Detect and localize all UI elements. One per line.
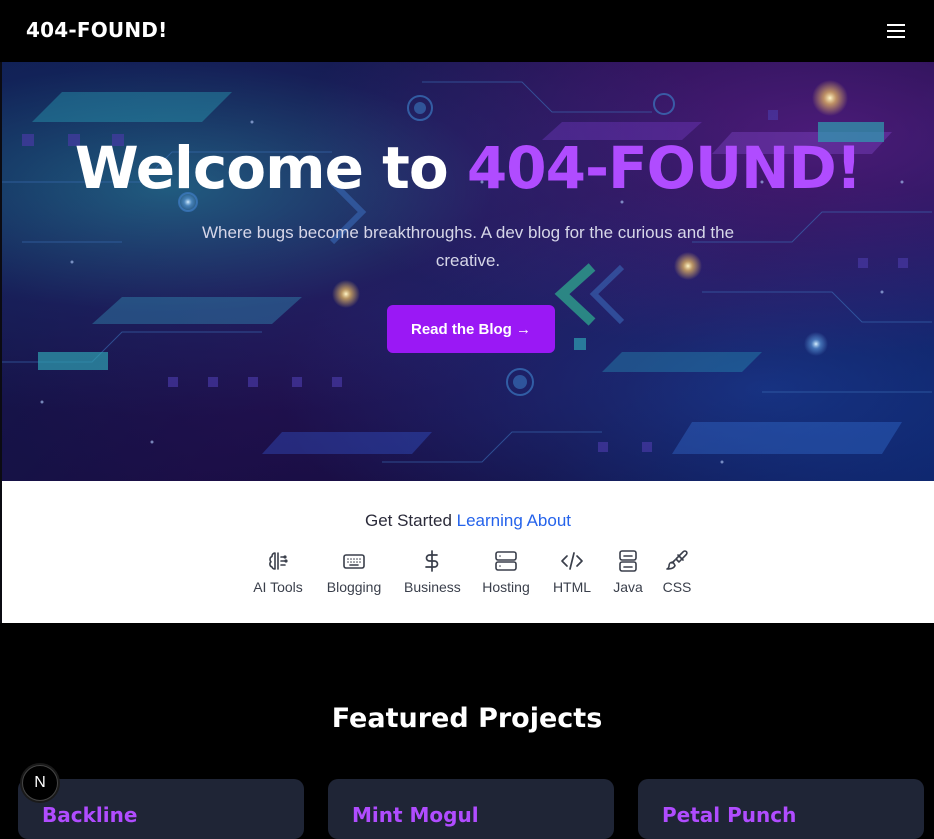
topic-label: HTML <box>552 579 592 595</box>
topic-label: Java <box>613 579 643 595</box>
top-navbar: 404-FOUND! <box>0 0 934 62</box>
topic-label: CSS <box>662 579 692 595</box>
hero-section: Welcome to 404-FOUND! Where bugs become … <box>2 62 934 481</box>
hamburger-menu-icon[interactable] <box>884 20 908 42</box>
project-card-mint-mogul[interactable]: Mint Mogul <box>328 779 614 839</box>
topic-hosting[interactable]: Hosting <box>480 549 532 595</box>
nextjs-dev-badge[interactable]: N <box>22 765 58 801</box>
paintbrush-icon <box>666 550 688 570</box>
hero-title-accent: 404-FOUND! <box>466 134 862 202</box>
server-icon <box>495 551 517 571</box>
featured-projects-heading: Featured Projects <box>331 703 603 734</box>
topics-heading: Get Started Learning About <box>2 511 934 531</box>
topic-label: Hosting <box>482 579 530 595</box>
topic-ai-tools[interactable]: AI Tools <box>252 549 304 595</box>
brand-logo[interactable]: 404-FOUND! <box>26 18 167 42</box>
project-card-petal-punch[interactable]: Petal Punch <box>638 779 924 839</box>
dollar-icon <box>425 550 439 572</box>
project-card-title: Petal Punch <box>662 803 797 827</box>
topic-blogging[interactable]: Blogging <box>326 549 382 595</box>
keyboard-icon <box>343 554 365 569</box>
hero-subtitle: Where bugs become breakthroughs. A dev b… <box>201 223 735 270</box>
topic-html[interactable]: HTML <box>552 549 592 595</box>
topic-label: Business <box>404 579 461 595</box>
topics-heading-accent: Learning About <box>456 511 572 530</box>
hero-title: Welcome to 404-FOUND! <box>2 136 934 200</box>
topics-section: Get Started Learning About AI Tools Blog… <box>2 481 934 623</box>
brain-icon <box>269 552 288 570</box>
project-card-backline[interactable]: Backline <box>18 779 304 839</box>
database-icon <box>619 550 637 572</box>
code-icon <box>561 552 583 570</box>
topics-heading-prefix: Get Started <box>364 511 457 530</box>
topic-java[interactable]: Java <box>612 549 644 595</box>
topic-css[interactable]: CSS <box>662 549 692 595</box>
project-card-title: Backline <box>42 803 138 827</box>
project-card-title: Mint Mogul <box>352 803 479 827</box>
read-blog-button[interactable]: Read the Blog → <box>387 305 555 353</box>
topic-business[interactable]: Business <box>404 549 461 595</box>
topic-label: Blogging <box>326 579 382 595</box>
hero-title-prefix: Welcome to <box>74 134 467 202</box>
topic-label: AI Tools <box>253 579 303 595</box>
badge-letter: N <box>34 774 46 791</box>
